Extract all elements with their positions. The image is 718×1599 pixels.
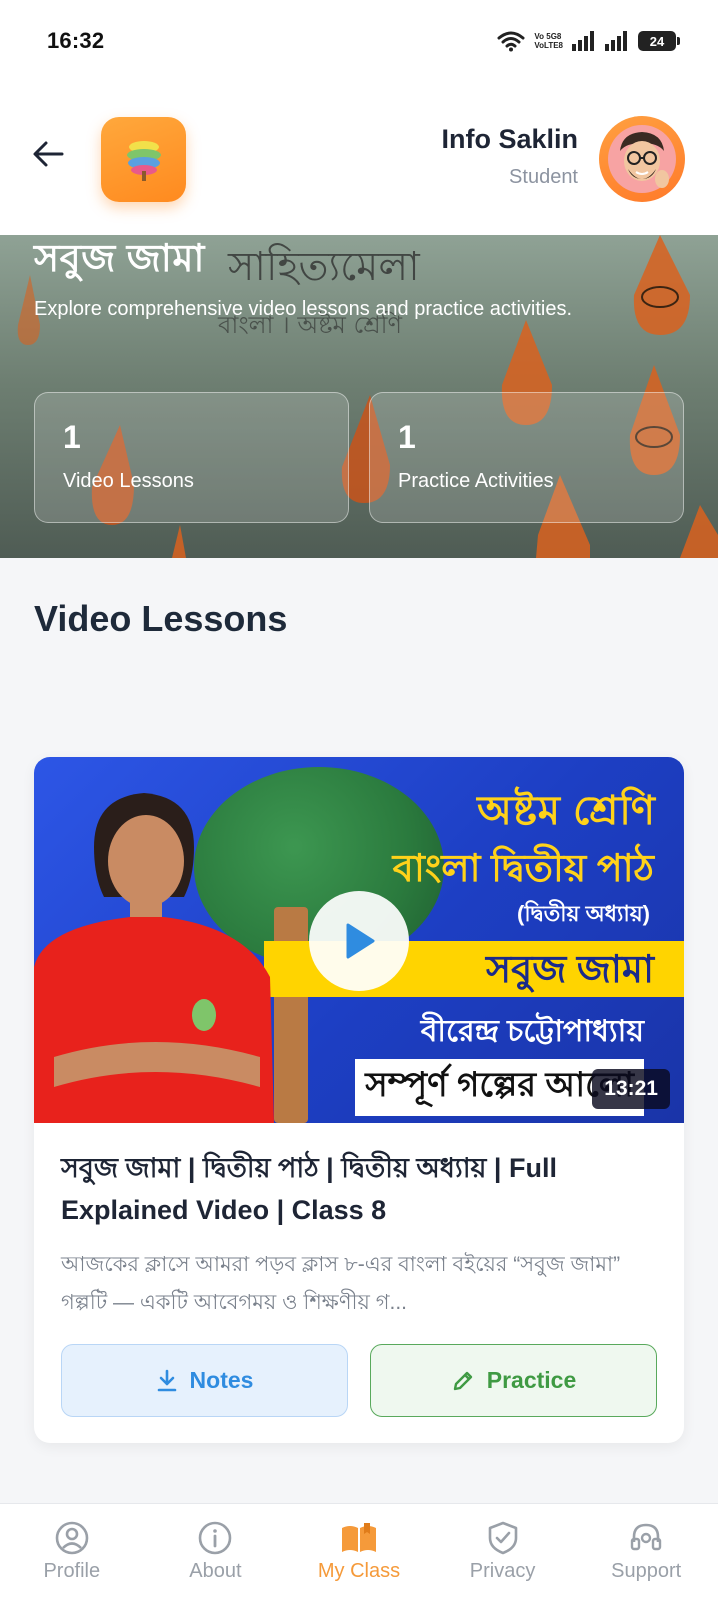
shield-check-icon	[488, 1521, 517, 1555]
info-icon	[199, 1521, 232, 1555]
nav-item-privacy[interactable]: Privacy	[438, 1520, 568, 1583]
nav-label: Profile	[43, 1560, 101, 1582]
headset-icon	[630, 1523, 662, 1551]
thumbnail-text-2: বাংলা দ্বিতীয় পাঠ	[392, 848, 654, 890]
play-button[interactable]	[309, 891, 409, 991]
thumbnail-tree-trunk	[274, 907, 308, 1123]
nav-item-my-class[interactable]: My Class	[294, 1520, 424, 1583]
hero-background-title: সাহিত্যমেলা	[228, 244, 420, 290]
stat-label: Video Lessons	[63, 470, 194, 492]
video-description: আজকের ক্লাসে আমরা পড়ব ক্লাস ৮-এর বাংলা …	[61, 1253, 621, 1314]
bottom-nav: Profile About My Class Privacy Support	[0, 1503, 718, 1599]
nav-item-profile[interactable]: Profile	[7, 1520, 137, 1583]
play-icon	[346, 923, 375, 959]
nav-label: My Class	[317, 1560, 401, 1582]
user-role: Student	[509, 166, 578, 188]
battery-icon: 24	[638, 31, 680, 51]
hero-description: Explore comprehensive video lessons and …	[34, 298, 573, 320]
nav-label: About	[189, 1560, 242, 1582]
profile-icon	[55, 1521, 89, 1555]
signal-icon-2	[605, 31, 627, 51]
back-button[interactable]	[28, 134, 68, 174]
hero-banner: সাহিত্যমেলা বাংলা । অষ্টম শ্রেণি সবুজ জা…	[0, 235, 718, 558]
video-card[interactable]: অষ্টম শ্রেণি বাংলা দ্বিতীয় পাঠ (দ্বিতীয…	[34, 757, 684, 1443]
stat-card-practice-activities: 1 Practice Activities	[369, 392, 684, 523]
nav-item-support[interactable]: Support	[581, 1520, 711, 1583]
duration-badge: 13:21	[592, 1069, 670, 1109]
avatar-face-icon	[608, 125, 676, 193]
pencil-icon	[453, 1371, 472, 1390]
thumbnail-text-3: (দ্বিতীয় অধ্যায়)	[517, 901, 650, 926]
notes-label: Notes	[189, 1367, 254, 1393]
avatar[interactable]	[599, 116, 685, 202]
download-icon	[157, 1369, 176, 1391]
network-bottom-text: VoLTE8	[534, 41, 563, 50]
thumbnail-text-4: সবুজ জামা	[486, 949, 654, 991]
signal-icon	[572, 31, 594, 51]
hero-title: সবুজ জামা	[34, 238, 205, 280]
practice-button[interactable]: Practice	[370, 1344, 657, 1417]
status-bar: 16:32 Vo 5G8 VoLTE8 24	[0, 0, 718, 82]
app-logo	[101, 117, 186, 202]
book-icon	[341, 1523, 376, 1552]
wifi-icon	[497, 31, 525, 52]
notes-button[interactable]: Notes	[61, 1344, 348, 1417]
thumbnail-text-1: অষ্টম শ্রেণি	[477, 789, 656, 833]
user-name: Info Saklin	[441, 124, 578, 154]
practice-label: Practice	[486, 1367, 577, 1393]
nav-label: Support	[611, 1560, 682, 1582]
stat-value: 1	[398, 419, 416, 455]
nav-item-about[interactable]: About	[150, 1520, 280, 1583]
stat-value: 1	[63, 419, 81, 455]
section-title: Video Lessons	[34, 598, 288, 639]
app-header: Info Saklin Student	[0, 82, 718, 235]
tree-logo-icon	[126, 140, 161, 181]
video-title[interactable]: সবুজ জামা | দ্বিতীয় পাঠ | দ্বিতীয় অধ্য…	[61, 1147, 661, 1231]
status-icons: Vo 5G8 VoLTE8 24	[497, 30, 680, 52]
video-thumbnail[interactable]: অষ্টম শ্রেণি বাংলা দ্বিতীয় পাঠ (দ্বিতীয…	[34, 757, 684, 1123]
arrow-left-icon	[33, 141, 64, 167]
network-indicator: Vo 5G8 VoLTE8	[534, 32, 563, 50]
nav-label: Privacy	[469, 1560, 536, 1582]
stat-card-video-lessons: 1 Video Lessons	[34, 392, 349, 523]
status-time: 16:32	[47, 28, 105, 53]
thumbnail-presenter	[34, 793, 274, 1123]
stat-label: Practice Activities	[398, 470, 554, 492]
network-top-text: Vo 5G8	[534, 32, 562, 41]
thumbnail-text-5: বীরেন্দ্র চট্টোপাধ্যায়	[420, 1015, 644, 1048]
